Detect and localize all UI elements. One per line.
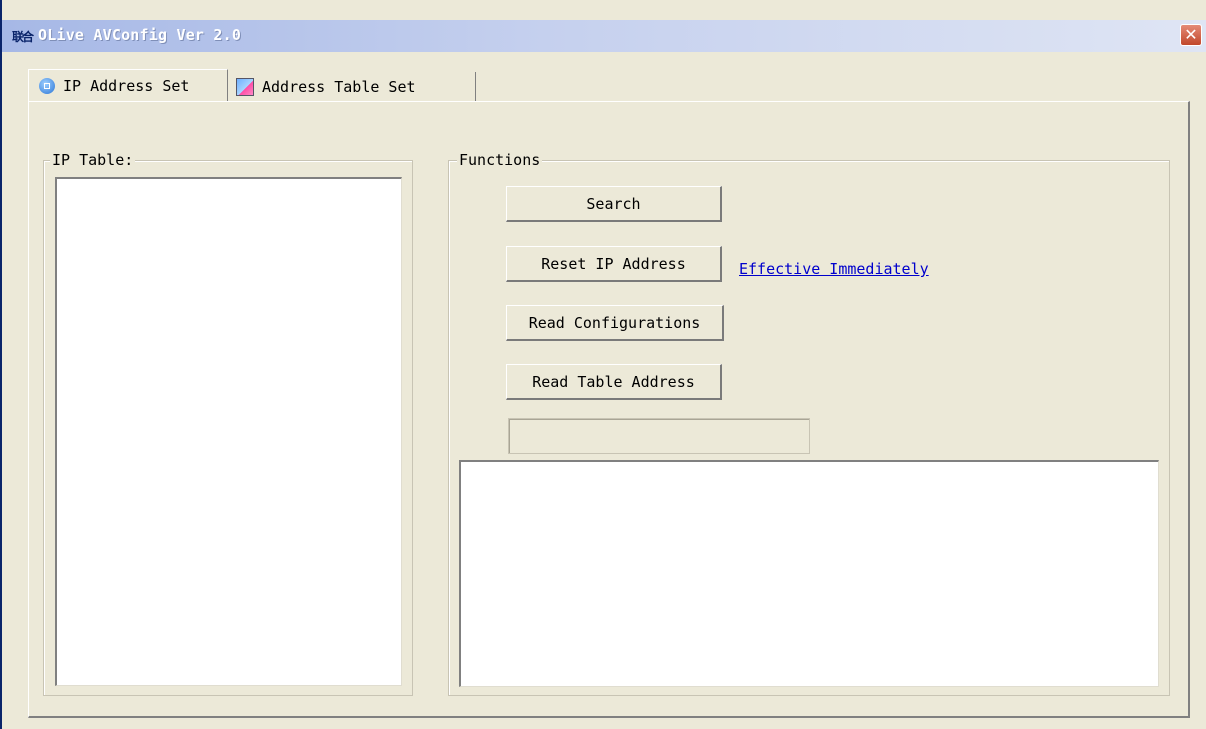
app-logo-icon: 联合 [12,30,34,44]
close-icon: ✕ [1184,25,1198,44]
address-book-icon [236,77,254,96]
tab-address-table-set[interactable]: Address Table Set [228,72,476,101]
close-button[interactable]: ✕ [1180,24,1202,46]
tab-label: IP Address Set [63,76,190,95]
tab-label: Address Table Set [262,77,416,96]
progress-bar [508,418,810,454]
network-icon [39,77,55,94]
title-bar[interactable]: 联合 OLive AVConfig Ver 2.0 ✕ [2,20,1206,52]
reset-ip-address-button[interactable]: Reset IP Address [506,246,722,282]
app-window: 联合 OLive AVConfig Ver 2.0 ✕ IP Address S… [0,0,1206,729]
window-title: OLive AVConfig Ver 2.0 [38,26,242,44]
effective-immediately-link[interactable]: Effective Immediately [739,260,929,278]
functions-label: Functions [457,151,543,169]
output-text-area[interactable] [459,460,1159,687]
read-configurations-button[interactable]: Read Configurations [506,305,724,341]
read-table-address-button[interactable]: Read Table Address [506,364,722,400]
ip-table-list[interactable] [55,177,402,686]
search-button[interactable]: Search [506,186,722,222]
ip-table-label: IP Table: [50,151,136,169]
tab-ip-address-set[interactable]: IP Address Set [28,69,228,101]
